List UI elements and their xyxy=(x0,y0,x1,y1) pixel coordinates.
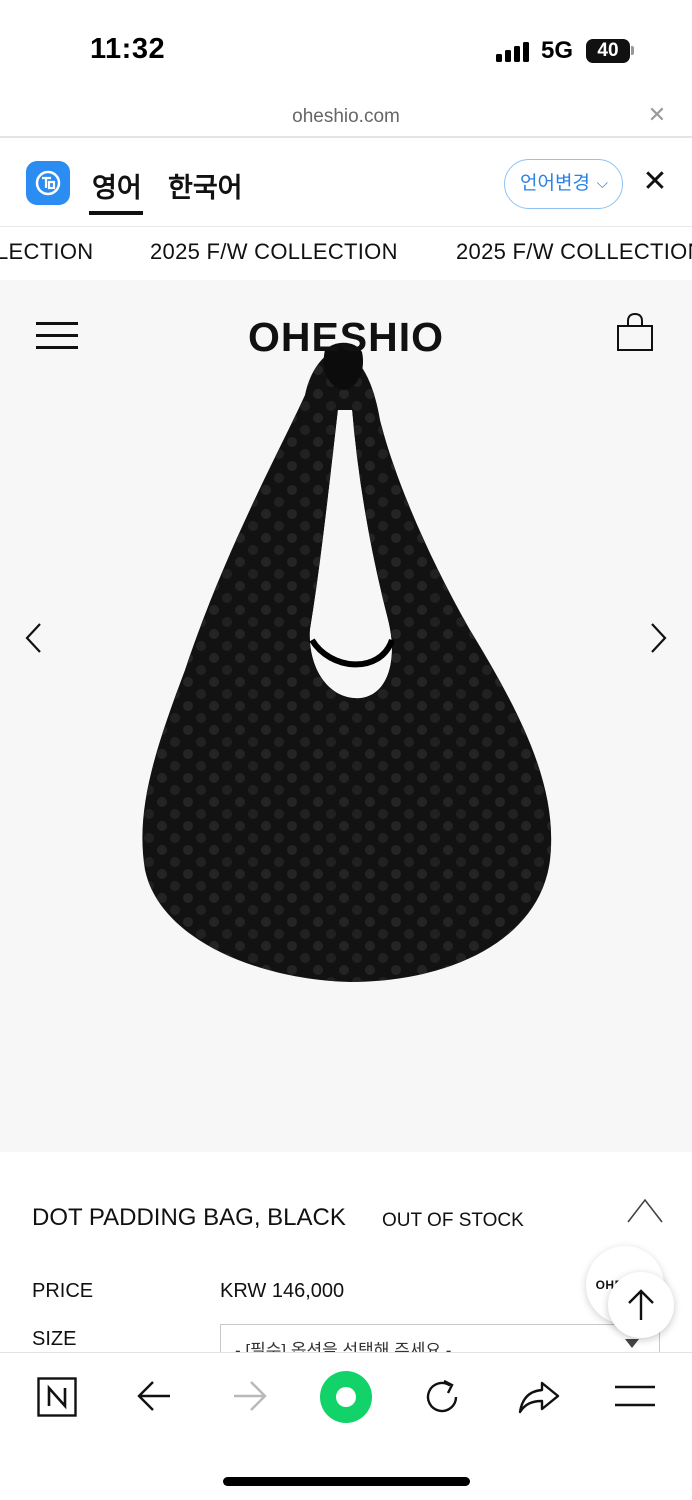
marquee-item[interactable]: 2025 F/W COLLECTION xyxy=(150,239,398,265)
size-label: SIZE xyxy=(32,1328,77,1350)
change-language-label: 언어변경 xyxy=(520,173,590,194)
chevron-left-icon[interactable] xyxy=(22,620,44,656)
network-type: 5G xyxy=(541,37,574,64)
tab-underline xyxy=(89,211,143,215)
chevron-down-icon: ⌵ xyxy=(596,175,608,192)
status-time: 11:32 xyxy=(90,33,166,65)
product-gallery: OHESHIO xyxy=(0,280,692,1152)
marquee-item[interactable]: LECTION xyxy=(0,239,93,265)
status-bar: 11:32 5G 40 xyxy=(0,0,692,100)
shopping-bag-icon[interactable] xyxy=(615,312,655,352)
change-language-button[interactable]: 언어변경 ⌵ xyxy=(504,159,623,209)
scroll-to-top-button[interactable] xyxy=(608,1272,674,1338)
reload-icon[interactable] xyxy=(422,1377,462,1417)
share-icon[interactable] xyxy=(518,1379,560,1415)
translator-logo-icon xyxy=(26,161,70,205)
close-icon[interactable]: ✕ xyxy=(646,104,668,126)
naver-icon[interactable] xyxy=(37,1377,77,1417)
arrow-up-icon xyxy=(628,1289,654,1320)
stock-status: OUT OF STOCK xyxy=(382,1210,524,1231)
brand-logo[interactable]: OHESHIO xyxy=(0,314,692,361)
collection-marquee[interactable]: LECTION 2025 F/W COLLECTION 2025 F/W COL… xyxy=(0,228,692,280)
browser-toolbar xyxy=(0,1352,692,1500)
forward-arrow-icon xyxy=(234,1381,267,1411)
chevron-up-icon[interactable] xyxy=(626,1196,664,1224)
close-translate-icon[interactable]: ✕ xyxy=(640,167,670,197)
price-label: PRICE xyxy=(32,1280,94,1302)
green-dot-icon[interactable] xyxy=(320,1371,372,1423)
product-info: DOT PADDING BAG, BLACK OUT OF STOCK PRIC… xyxy=(0,1152,692,1364)
url-bar[interactable]: oheshio.com ✕ xyxy=(0,100,692,138)
battery-icon: 40 xyxy=(586,39,630,63)
tab-english[interactable]: 영어 xyxy=(92,166,142,205)
marquee-item[interactable]: 2025 F/W COLLECTION xyxy=(456,239,692,265)
product-image xyxy=(142,342,552,982)
menu-icon[interactable] xyxy=(615,1385,655,1407)
signal-icon xyxy=(496,42,532,62)
product-title: DOT PADDING BAG, BLACK xyxy=(32,1204,346,1231)
chevron-right-icon[interactable] xyxy=(648,620,670,656)
home-indicator xyxy=(223,1477,470,1486)
dropdown-arrow-icon xyxy=(625,1339,639,1348)
translate-bar: 영어 한국어 언어변경 ⌵ ✕ xyxy=(0,139,692,227)
back-arrow-icon[interactable] xyxy=(136,1379,172,1413)
price-value: KRW 146,000 xyxy=(220,1280,345,1302)
battery-cap xyxy=(631,46,634,55)
tab-korean[interactable]: 한국어 xyxy=(168,166,243,205)
url-text[interactable]: oheshio.com xyxy=(0,106,692,128)
